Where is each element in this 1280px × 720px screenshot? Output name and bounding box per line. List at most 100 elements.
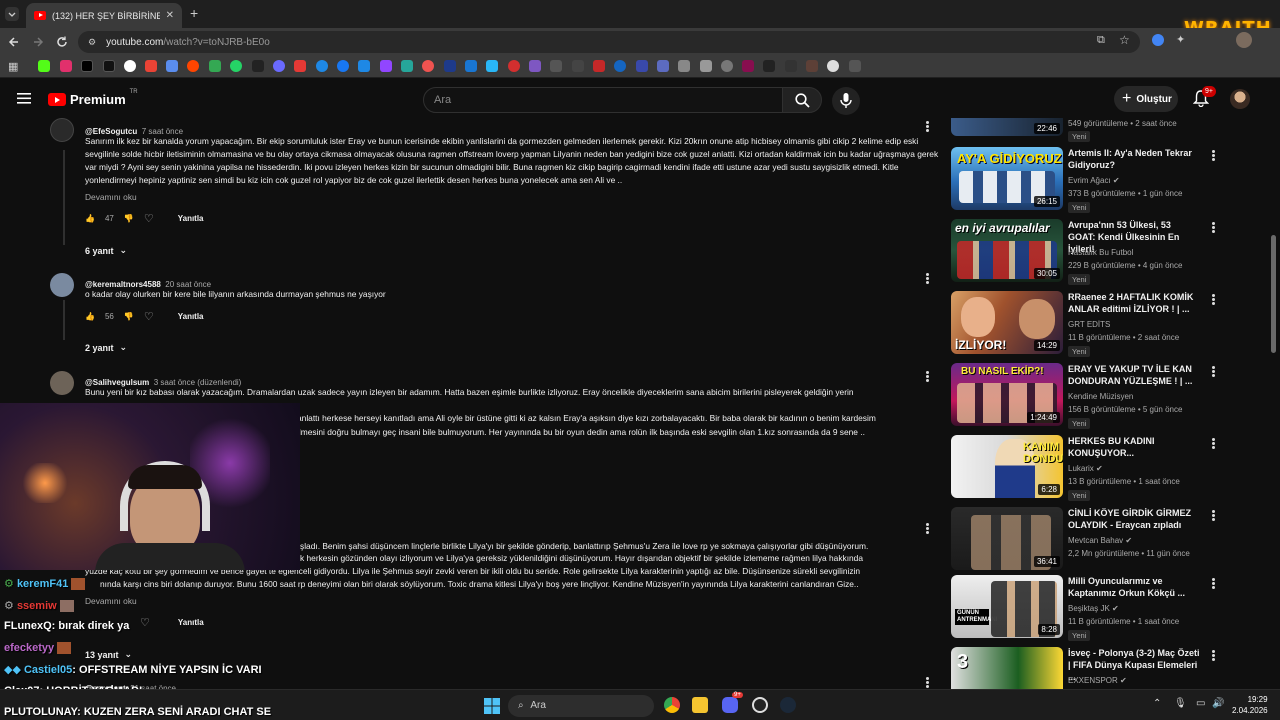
recommended-video[interactable]: 36:41 CİNLİ KÖYE GİRDİK GİRMEZ OLAYDIK -… — [951, 507, 1231, 573]
video-thumbnail[interactable]: en iyi avrupalılar 30:05 — [951, 219, 1063, 282]
bookmark-music-icon[interactable] — [465, 60, 477, 72]
voice-search-button[interactable] — [832, 87, 860, 115]
tray-chevron-icon[interactable]: ⌃ — [1153, 698, 1161, 709]
reply-button[interactable]: Yanıtla — [178, 312, 204, 321]
bookmark-tool-icon[interactable] — [166, 60, 178, 72]
tab-close-icon[interactable]: ✕ — [166, 10, 174, 21]
video-title[interactable]: HERKES BU KADINI KONUŞUYOR... — [1068, 435, 1200, 459]
bookmark-messenger-icon[interactable] — [358, 60, 370, 72]
bookmark-play-icon[interactable] — [614, 60, 626, 72]
video-menu-icon[interactable] — [1212, 221, 1216, 235]
heart-icon[interactable]: ♡ — [144, 310, 154, 323]
video-thumbnail[interactable]: 36:41 — [951, 507, 1063, 570]
video-channel[interactable]: Hastalık Bu Futbol — [1068, 247, 1133, 259]
video-thumbnail[interactable]: GÜNÜN ANTRENMANI 8:28 — [951, 575, 1063, 638]
bookmark-game-icon[interactable] — [550, 60, 562, 72]
extensions-puzzle-icon[interactable]: ✦ — [1176, 33, 1185, 46]
menu-hamburger-icon[interactable] — [17, 93, 31, 104]
recommended-video[interactable]: İZLİYOR! 14:29 RRaenee 2 HAFTALIK KOMİK … — [951, 291, 1231, 357]
back-icon[interactable] — [8, 36, 20, 48]
apps-grid-icon[interactable]: ▦ — [8, 60, 18, 73]
read-more-button[interactable]: Devamını oku — [85, 596, 137, 606]
video-title[interactable]: ERAY VE YAKUP TV İLE KAN DONDURAN YÜZLEŞ… — [1068, 363, 1200, 387]
video-menu-icon[interactable] — [1212, 577, 1216, 591]
mic-tray-icon[interactable]: 🎙 — [1174, 698, 1187, 709]
video-thumbnail[interactable]: BU NASIL EKİP?! 1:24:49 — [951, 363, 1063, 426]
video-menu-icon[interactable] — [1212, 293, 1216, 307]
comment-menu-icon[interactable] — [926, 272, 930, 286]
tab-search-button[interactable] — [5, 7, 19, 21]
site-info-icon[interactable]: ⚙ — [88, 37, 96, 48]
video-channel[interactable]: Lukarix ✔ — [1068, 463, 1103, 475]
video-menu-icon[interactable] — [1212, 437, 1216, 451]
bookmark-sheets-icon[interactable] — [209, 60, 221, 72]
video-thumbnail[interactable]: 3 — [951, 647, 1063, 689]
bookmark-purple-icon[interactable] — [529, 60, 541, 72]
recommended-video[interactable]: AY'A GİDİYORUZ! 26:15 Artemis II: Ay'a N… — [951, 147, 1231, 213]
video-channel[interactable]: EXXENSPOR ✔ — [1068, 675, 1127, 687]
bookmark-last-icon[interactable] — [849, 60, 861, 72]
comment-avatar[interactable] — [50, 273, 74, 297]
youtube-premium-logo[interactable]: Premium TR — [48, 89, 138, 107]
video-channel[interactable]: Beşiktaş JK ✔ — [1068, 603, 1119, 615]
read-more-button[interactable]: Devamını oku — [85, 192, 137, 202]
bookmark-tv-icon[interactable] — [806, 60, 818, 72]
steam-icon[interactable] — [780, 697, 796, 713]
video-title[interactable]: RRaenee 2 HAFTALIK KOMİK ANLAR editimi İ… — [1068, 291, 1200, 315]
reply-button[interactable]: Yanıtla — [178, 214, 204, 223]
account-avatar[interactable] — [1230, 89, 1250, 109]
forward-icon[interactable] — [32, 36, 44, 48]
bookmark-chat-icon[interactable] — [230, 60, 242, 72]
bookmark-globe-icon[interactable] — [827, 60, 839, 72]
bookmark-chart-icon[interactable] — [593, 60, 605, 72]
page-scrollbar[interactable] — [1271, 235, 1276, 353]
install-icon[interactable]: ⧉ — [1097, 34, 1105, 47]
bookmark-facebook-icon[interactable] — [337, 60, 349, 72]
comment-menu-icon[interactable] — [926, 522, 930, 536]
bookmark-tiktok-icon[interactable] — [103, 60, 115, 72]
recommended-video[interactable]: 3 İsveç - Polonya (3-2) Maç Özeti | FIFA… — [951, 647, 1231, 689]
discord-icon[interactable]: 9+ — [722, 692, 743, 713]
bookmark-window-icon[interactable] — [657, 60, 669, 72]
video-thumbnail[interactable]: AY'A GİDİYORUZ! 26:15 — [951, 147, 1063, 210]
video-channel[interactable]: GRT EDİTS — [1068, 319, 1110, 331]
like-icon[interactable]: 👍 — [85, 312, 95, 321]
video-title[interactable]: CİNLİ KÖYE GİRDİK GİRMEZ OLAYDIK - Erayc… — [1068, 507, 1200, 531]
bookmark-shop-icon[interactable] — [422, 60, 434, 72]
bookmark-star-icon[interactable]: ☆ — [1119, 33, 1130, 47]
bookmark-stack-icon[interactable] — [700, 60, 712, 72]
comment-avatar[interactable] — [50, 371, 74, 395]
bookmark-app-icon[interactable] — [252, 60, 264, 72]
obs-icon[interactable] — [752, 697, 768, 713]
bookmark-google-icon[interactable] — [124, 60, 136, 72]
bookmark-link-icon[interactable] — [401, 60, 413, 72]
reply-button[interactable]: Yanıtla — [178, 618, 204, 627]
bookmark-twitch-icon[interactable] — [380, 60, 392, 72]
video-menu-icon[interactable] — [1212, 509, 1216, 523]
reload-icon[interactable] — [56, 36, 68, 48]
clock[interactable]: 19:29 2.04.2026 — [1232, 694, 1268, 716]
video-thumbnail[interactable]: KANIM DONDU 6:28 — [951, 435, 1063, 498]
taskbar-search[interactable]: ⌕ Ara — [508, 695, 654, 717]
chrome-icon[interactable] — [664, 697, 680, 713]
search-input[interactable]: Ara — [423, 87, 783, 113]
video-title[interactable]: Milli Oyuncularımız ve Kaptanımız Orkun … — [1068, 575, 1200, 599]
bookmark-cloud-icon[interactable] — [486, 60, 498, 72]
comment-menu-icon[interactable] — [926, 676, 930, 690]
bookmark-b-icon[interactable] — [444, 60, 456, 72]
comment-menu-icon[interactable] — [926, 120, 930, 134]
replies-toggle[interactable]: 13 yanıt ⌄ — [85, 649, 132, 660]
video-channel[interactable]: Mevtcan Bahav ✔ — [1068, 535, 1132, 547]
dislike-icon[interactable]: 👎 — [124, 312, 134, 321]
start-windows-icon[interactable] — [484, 698, 500, 714]
heart-icon[interactable]: ♡ — [144, 212, 154, 225]
video-thumbnail[interactable]: 22:46 — [951, 118, 1063, 136]
video-channel[interactable]: Evrim Ağacı ✔ — [1068, 175, 1120, 187]
dislike-icon[interactable]: 👎 — [124, 214, 134, 223]
bookmark-sync-icon[interactable] — [273, 60, 285, 72]
recommended-video[interactable]: 22:46 549 görüntüleme • 2 saat önce Yeni — [951, 118, 1231, 142]
notifications-button[interactable]: 9+ — [1192, 86, 1216, 112]
search-button[interactable] — [782, 87, 822, 113]
bookmark-k-icon[interactable] — [742, 60, 754, 72]
recommended-video[interactable]: GÜNÜN ANTRENMANI 8:28 Milli Oyuncularımı… — [951, 575, 1231, 641]
